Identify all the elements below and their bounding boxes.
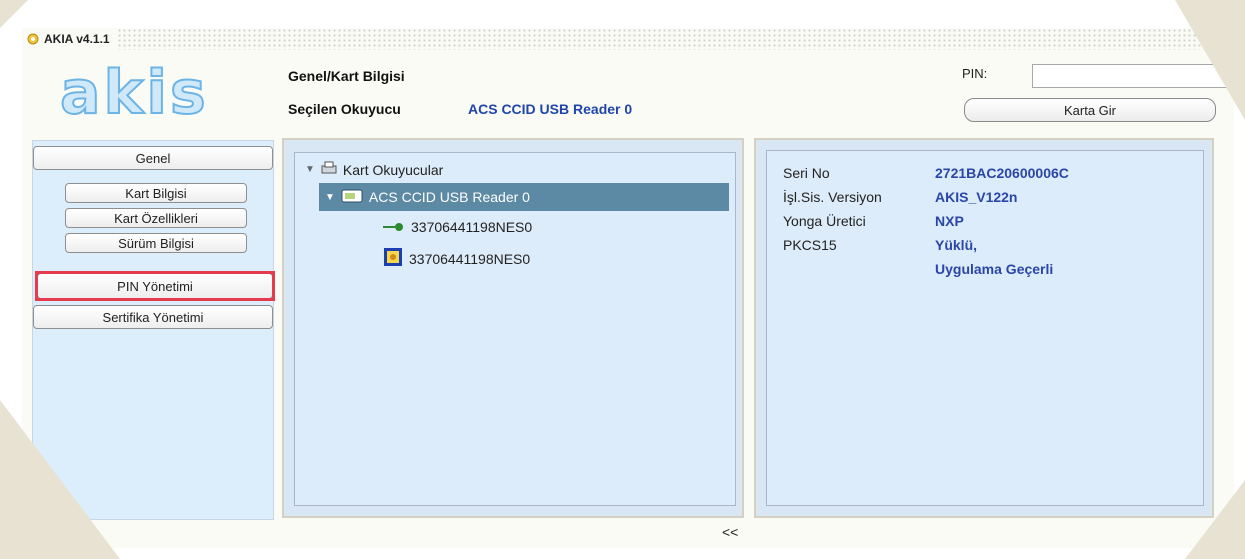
tree-item[interactable]: 33706441198NES0 bbox=[383, 247, 530, 270]
app-icon bbox=[26, 32, 40, 46]
key-icon bbox=[383, 219, 405, 235]
collapse-arrow-icon[interactable]: ▼ bbox=[325, 192, 335, 203]
tree-reader-selected[interactable]: ▼ ACS CCID USB Reader 0 bbox=[319, 183, 729, 211]
title-bar-content: AKIA v4.1.1 bbox=[22, 28, 118, 50]
card-reader-icon bbox=[321, 161, 337, 178]
properties-panel: Seri No 2721BAC20600006C İşl.Sis. Versiy… bbox=[754, 138, 1214, 518]
property-label-chip-vendor: Yonga Üretici bbox=[783, 213, 866, 229]
reader-value: ACS CCID USB Reader 0 bbox=[468, 101, 633, 117]
sidebar-item-sertifika-yonetimi[interactable]: Sertifika Yönetimi bbox=[33, 305, 273, 329]
sidebar-item-kart-ozellikleri[interactable]: Kart Özellikleri bbox=[65, 208, 247, 228]
app-window: AKIA v4.1.1 akis Genel/Kart Bilgisi Seçi… bbox=[22, 28, 1234, 548]
reader-tree: ▼ Kart Okuyucular ▼ ACS CCID USB Reader … bbox=[294, 152, 736, 506]
window-title: AKIA v4.1.1 bbox=[44, 32, 110, 46]
frame-bevel-top-left bbox=[0, 0, 28, 28]
tree-item-label: 33706441198NES0 bbox=[409, 250, 531, 267]
tree-root[interactable]: ▼ Kart Okuyucular bbox=[305, 161, 443, 178]
screenshot-frame: AKIA v4.1.1 akis Genel/Kart Bilgisi Seçi… bbox=[0, 0, 1245, 559]
property-value-serial: 2721BAC20600006C bbox=[935, 165, 1069, 181]
reader-label: Seçilen Okuyucu bbox=[288, 101, 401, 117]
reader-tree-panel: ▼ Kart Okuyucular ▼ ACS CCID USB Reader … bbox=[282, 138, 744, 518]
certificate-icon bbox=[383, 247, 403, 270]
property-value-os-version: AKIS_V122n bbox=[935, 189, 1018, 205]
property-value-chip-vendor: NXP bbox=[935, 213, 964, 229]
sidebar-item-surum-bilgisi[interactable]: Sürüm Bilgisi bbox=[65, 233, 247, 253]
property-label-serial: Seri No bbox=[783, 165, 830, 181]
pin-label: PIN: bbox=[962, 66, 988, 81]
title-bar: AKIA v4.1.1 bbox=[22, 28, 1234, 50]
sidebar-group-genel[interactable]: Genel bbox=[33, 146, 273, 170]
frame-bevel-top-right bbox=[1175, 0, 1245, 120]
tree-item[interactable]: 33706441198NES0 bbox=[383, 219, 532, 235]
sidebar-item-kart-bilgisi[interactable]: Kart Bilgisi bbox=[65, 183, 247, 203]
frame-bevel-bottom-left bbox=[0, 400, 120, 559]
collapse-panel-button[interactable]: << bbox=[722, 524, 738, 540]
property-value-application: Uygulama Geçerli bbox=[935, 261, 1054, 277]
property-label-pkcs15: PKCS15 bbox=[783, 237, 837, 253]
tree-item-label: 33706441198NES0 bbox=[411, 219, 533, 235]
sidebar-item-pin-yonetimi[interactable]: PIN Yönetimi bbox=[37, 273, 273, 299]
akis-logo: akis bbox=[59, 58, 209, 128]
properties-list: Seri No 2721BAC20600006C İşl.Sis. Versiy… bbox=[766, 150, 1204, 506]
tree-root-label: Kart Okuyucular bbox=[342, 161, 444, 178]
property-label-os-version: İşl.Sis. Versiyon bbox=[783, 189, 882, 205]
usb-reader-icon bbox=[341, 187, 363, 208]
collapse-arrow-icon[interactable]: ▼ bbox=[305, 164, 315, 175]
frame-bevel-bottom-right bbox=[1185, 480, 1245, 559]
tree-reader-label: ACS CCID USB Reader 0 bbox=[368, 189, 530, 205]
section-title: Genel/Kart Bilgisi bbox=[288, 68, 405, 84]
property-value-pkcs15: Yüklü, bbox=[935, 237, 978, 253]
